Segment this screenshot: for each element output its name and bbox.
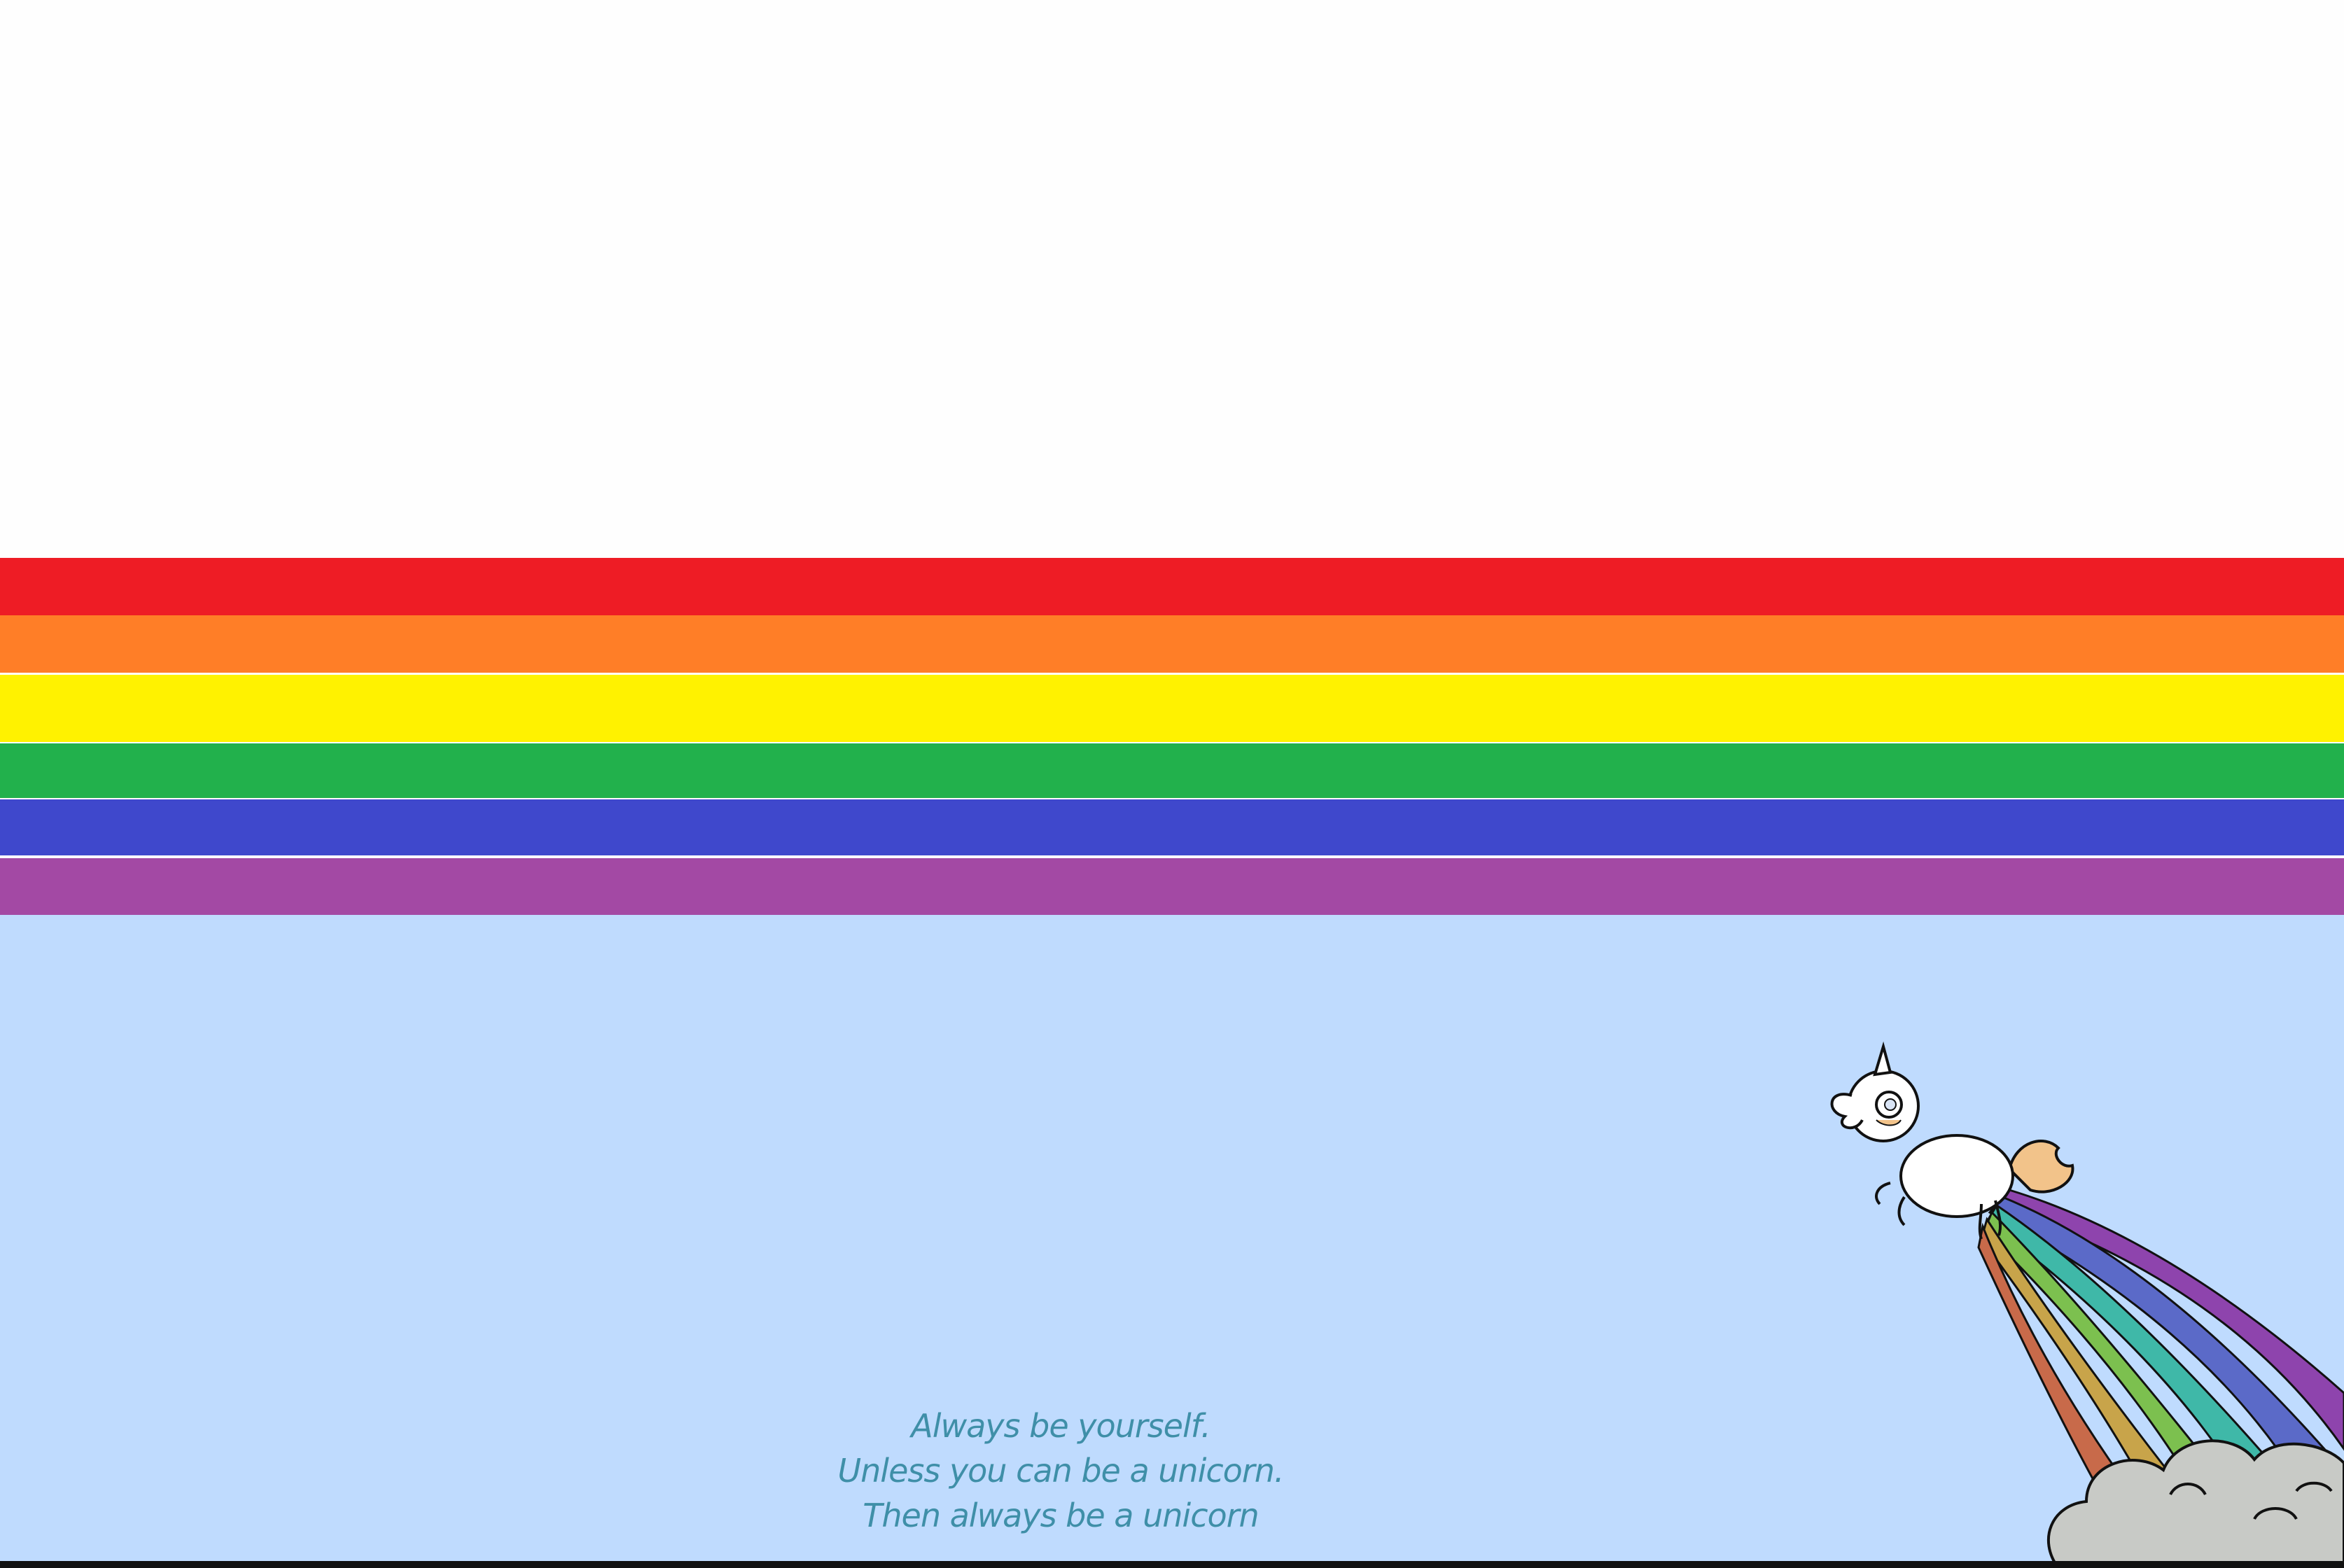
quote-line-2: Unless you can be a unicorn.: [837, 1452, 1284, 1490]
quote-line-3: Then always be a unicorn: [863, 1497, 1259, 1534]
white-band: [0, 0, 2344, 558]
quote-line-1: Always be yourself.: [911, 1407, 1211, 1445]
stripe-blue: [0, 799, 2344, 855]
unicorn-illustration: [1830, 1041, 2344, 1568]
rainbow-stripes: [0, 558, 2344, 915]
stripe-orange: [0, 615, 2344, 673]
stripe-purple: [0, 858, 2344, 915]
desktop-wallpaper: Always be yourself. Unless you can be a …: [0, 0, 2344, 1568]
taskbar-edge: [0, 1561, 2344, 1568]
stripe-green: [0, 743, 2344, 798]
unicorn-quote: Always be yourself. Unless you can be a …: [707, 1404, 1414, 1538]
stripe-red: [0, 558, 2344, 615]
stripe-yellow: [0, 675, 2344, 742]
